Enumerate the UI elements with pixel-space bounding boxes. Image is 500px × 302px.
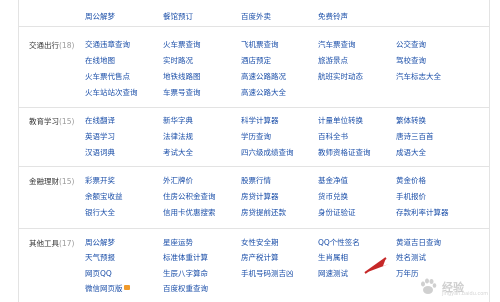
link-traffic-0-1[interactable]: 火车票查询 bbox=[163, 40, 201, 49]
link-traffic-2-1[interactable]: 地铁线路图 bbox=[163, 72, 201, 81]
link-edu-2-1[interactable]: 考试大全 bbox=[163, 148, 193, 157]
link-fin-2-1[interactable]: 信用卡优惠搜索 bbox=[163, 208, 216, 217]
watermark-url: jingyan.baidu.com bbox=[442, 291, 489, 297]
link-traffic-0-2[interactable]: 飞机票查询 bbox=[241, 40, 279, 49]
link-traffic-2-0[interactable]: 火车票代售点 bbox=[85, 72, 130, 81]
link-traffic-3-1[interactable]: 车票号查询 bbox=[163, 88, 201, 97]
link-fin-0-0[interactable]: 彩票开奖 bbox=[85, 176, 115, 185]
link-fin-2-0[interactable]: 银行大全 bbox=[85, 208, 115, 217]
link-edu-1-0[interactable]: 英语学习 bbox=[85, 132, 115, 141]
link-traffic-0-3[interactable]: 汽车票查询 bbox=[318, 40, 356, 49]
link-traffic-3-0[interactable]: 火车站站次查询 bbox=[85, 88, 138, 97]
section-traffic: 交通出行(18) 交通违章查询 火车票查询 飞机票查询 汽车票查询 公交查询 在… bbox=[19, 27, 489, 108]
link-fin-1-2[interactable]: 房贷计算器 bbox=[241, 192, 279, 201]
link-other-1-1[interactable]: 标准体重计算 bbox=[163, 253, 208, 262]
link-top-1[interactable]: 餐馆预订 bbox=[163, 12, 193, 21]
link-edu-1-4[interactable]: 唐诗三百首 bbox=[396, 132, 434, 141]
tools-panel: 周公解梦 餐馆预订 百度外卖 免费铃声 交通出行(18) 交通违章查询 火车票查… bbox=[18, 0, 490, 302]
link-top-3[interactable]: 免费铃声 bbox=[318, 12, 348, 21]
link-other-1-4[interactable]: 姓名测试 bbox=[396, 253, 426, 262]
section-education: 教育学习(15) 在线翻译 新华字典 科学计算器 计量单位转换 繁体转换 英语学… bbox=[19, 108, 489, 167]
category-label: 教育学习(15) bbox=[29, 117, 75, 126]
link-traffic-0-4[interactable]: 公交查询 bbox=[396, 40, 426, 49]
link-edu-0-0[interactable]: 在线翻译 bbox=[85, 116, 115, 125]
link-traffic-1-2[interactable]: 酒店预定 bbox=[241, 56, 271, 65]
link-other-3-0[interactable]: 微信网页版 bbox=[85, 284, 130, 293]
link-other-2-0[interactable]: 网页QQ bbox=[85, 269, 112, 278]
link-fin-1-3[interactable]: 货币兑换 bbox=[318, 192, 348, 201]
link-edu-0-2[interactable]: 科学计算器 bbox=[241, 116, 279, 125]
link-edu-2-0[interactable]: 汉语词典 bbox=[85, 148, 115, 157]
link-other-1-0[interactable]: 天气预报 bbox=[85, 253, 115, 262]
category-label: 金融理财(15) bbox=[29, 177, 75, 186]
link-fin-1-4[interactable]: 手机报价 bbox=[396, 192, 426, 201]
link-other-0-3[interactable]: QQ个性签名 bbox=[318, 238, 360, 247]
link-other-3-1[interactable]: 百度权重查询 bbox=[163, 284, 208, 293]
link-traffic-2-3[interactable]: 航班实时动态 bbox=[318, 72, 363, 81]
link-other-0-4[interactable]: 黄道吉日查询 bbox=[396, 238, 441, 247]
link-other-1-3[interactable]: 生肖属相 bbox=[318, 253, 348, 262]
link-fin-0-2[interactable]: 股票行情 bbox=[241, 176, 271, 185]
section-finance: 金融理财(15) 彩票开奖 外汇牌价 股票行情 基金净值 黄金价格 余额宝收益 … bbox=[19, 167, 489, 229]
link-top-2[interactable]: 百度外卖 bbox=[241, 12, 271, 21]
link-traffic-1-0[interactable]: 在线地图 bbox=[85, 56, 115, 65]
link-fin-0-1[interactable]: 外汇牌价 bbox=[163, 176, 193, 185]
link-edu-0-3[interactable]: 计量单位转换 bbox=[318, 116, 363, 125]
link-edu-2-2[interactable]: 四六级成绩查询 bbox=[241, 148, 294, 157]
link-other-2-2[interactable]: 手机号码测吉凶 bbox=[241, 269, 294, 278]
cursor-arrow-icon bbox=[364, 257, 389, 274]
hot-badge-icon bbox=[123, 285, 130, 290]
link-fin-2-3[interactable]: 身份证验证 bbox=[318, 208, 356, 217]
section-life: 周公解梦 餐馆预订 百度外卖 免费铃声 bbox=[19, 0, 489, 27]
category-label: 交通出行(18) bbox=[29, 41, 75, 50]
link-traffic-1-1[interactable]: 实时路况 bbox=[163, 56, 193, 65]
baidu-paw-icon bbox=[421, 278, 437, 294]
link-other-0-0[interactable]: 周公解梦 bbox=[85, 238, 115, 247]
link-fin-2-2[interactable]: 房贷提前还款 bbox=[241, 208, 286, 217]
link-traffic-1-3[interactable]: 旅游景点 bbox=[318, 56, 348, 65]
link-traffic-3-2[interactable]: 高速公路大全 bbox=[241, 88, 286, 97]
link-fin-0-3[interactable]: 基金净值 bbox=[318, 176, 348, 185]
link-text[interactable]: 微信网页版 bbox=[85, 284, 123, 293]
link-traffic-1-4[interactable]: 驾校查询 bbox=[396, 56, 426, 65]
link-other-2-3[interactable]: 网速测试 bbox=[318, 269, 348, 278]
link-other-0-2[interactable]: 女性安全期 bbox=[241, 238, 279, 247]
link-edu-1-3[interactable]: 百科全书 bbox=[318, 132, 348, 141]
category-label: 其他工具(17) bbox=[29, 239, 75, 248]
link-traffic-2-4[interactable]: 汽车标志大全 bbox=[396, 72, 441, 81]
link-traffic-0-0[interactable]: 交通违章查询 bbox=[85, 40, 130, 49]
link-edu-0-1[interactable]: 新华字典 bbox=[163, 116, 193, 125]
link-top-0[interactable]: 周公解梦 bbox=[85, 12, 115, 21]
link-traffic-2-2[interactable]: 高速公路路况 bbox=[241, 72, 286, 81]
link-other-2-1[interactable]: 生辰八字算命 bbox=[163, 269, 208, 278]
link-fin-1-0[interactable]: 余额宝收益 bbox=[85, 192, 123, 201]
link-fin-1-1[interactable]: 住房公积金查询 bbox=[163, 192, 216, 201]
link-edu-0-4[interactable]: 繁体转换 bbox=[396, 116, 426, 125]
link-fin-0-4[interactable]: 黄金价格 bbox=[396, 176, 426, 185]
watermark: 经验 jingyan.baidu.com bbox=[416, 276, 496, 298]
link-edu-2-3[interactable]: 教师资格证查询 bbox=[318, 148, 371, 157]
link-other-0-1[interactable]: 星座运势 bbox=[163, 238, 193, 247]
link-other-1-2[interactable]: 房产税计算 bbox=[241, 253, 279, 262]
link-fin-2-4[interactable]: 存款利率计算器 bbox=[396, 208, 449, 217]
link-edu-2-4[interactable]: 成语大全 bbox=[396, 148, 426, 157]
link-edu-1-1[interactable]: 法律法规 bbox=[163, 132, 193, 141]
link-edu-1-2[interactable]: 学历查询 bbox=[241, 132, 271, 141]
